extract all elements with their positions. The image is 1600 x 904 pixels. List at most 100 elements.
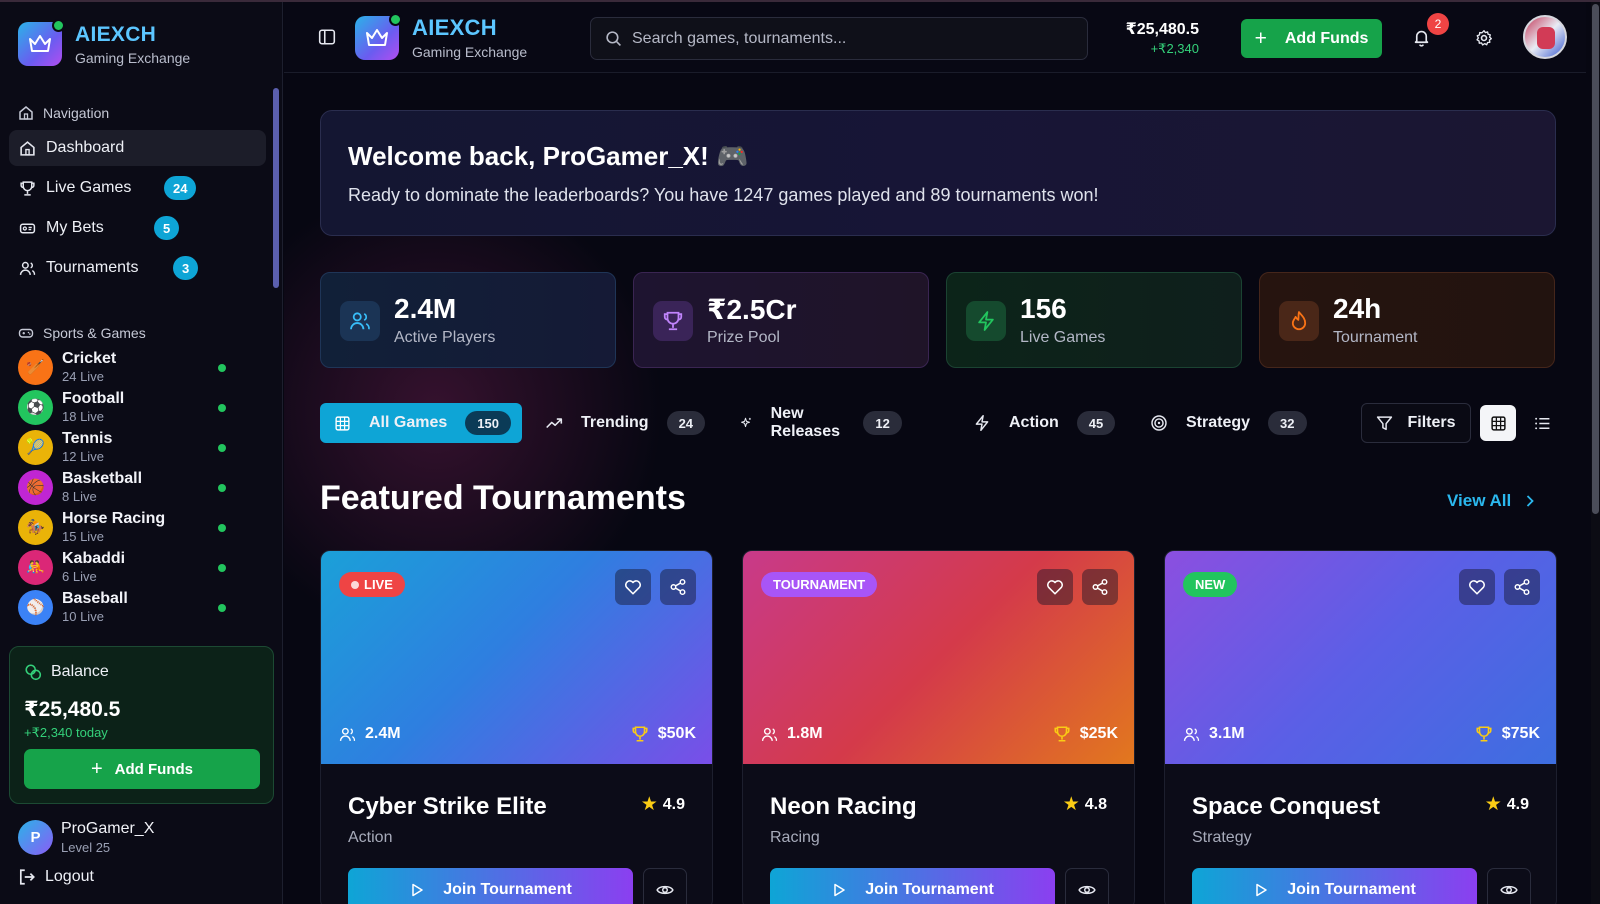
preview-button[interactable] [1487, 868, 1531, 904]
join-tournament-button[interactable]: Join Tournament [1192, 868, 1477, 904]
coins-icon [25, 664, 42, 681]
sport-icon: ⚾ [18, 589, 53, 625]
logout-button[interactable]: Logout [18, 868, 94, 886]
filter-label: New Releases [770, 405, 840, 440]
sport-item-tennis[interactable]: 🎾 Tennis 12 Live [18, 428, 238, 466]
heart-icon [625, 580, 641, 595]
trophy-icon [1054, 726, 1070, 742]
sidebar-scrollbar[interactable] [273, 88, 279, 288]
sidebar-item-live-games[interactable]: Live Games 24 [9, 170, 266, 206]
user-avatar-button[interactable] [1523, 15, 1567, 59]
page-scrollbar-thumb[interactable] [1592, 4, 1599, 514]
share-button[interactable] [660, 569, 696, 605]
user-profile[interactable]: P ProGamer_X Level 25 [18, 820, 154, 855]
preview-button[interactable] [643, 868, 687, 904]
tournament-prize: $50K [631, 725, 696, 743]
settings-button[interactable] [1475, 29, 1493, 52]
join-label: Join Tournament [443, 881, 572, 898]
tournament-card[interactable]: TOURNAMENT 1.8M $25K Neon Racing Racing ★ 4.8 J… [742, 550, 1135, 904]
search-icon [606, 31, 621, 46]
play-icon [834, 883, 845, 897]
sport-live-count: 6 Live [62, 569, 97, 584]
sport-icon: 🏀 [18, 469, 53, 505]
sport-live-count: 15 Live [62, 529, 104, 544]
sidebar-item-label: Tournaments [46, 259, 139, 276]
filter-all-games[interactable]: All Games 150 [320, 403, 522, 443]
filter-trending[interactable]: Trending 24 [545, 403, 706, 443]
share-button[interactable] [1082, 569, 1118, 605]
favorite-button[interactable] [1037, 569, 1073, 605]
header-add-funds-button[interactable]: + Add Funds [1241, 19, 1382, 58]
filters-label: Filters [1407, 414, 1456, 431]
tournament-card[interactable]: LIVE 2.4M $50K Cyber Strike Elite Action ★ 4.9… [320, 550, 713, 904]
tournament-cover-image: NEW 3.1M $75K [1165, 551, 1556, 764]
sidebar-item-tournaments[interactable]: Tournaments 3 [9, 250, 266, 286]
sport-item-baseball[interactable]: ⚾ Baseball 10 Live [18, 588, 238, 626]
view-all-link[interactable]: View All [1447, 491, 1535, 511]
sports-label: Sports & Games [43, 325, 146, 341]
sport-live-count: 24 Live [62, 369, 104, 384]
favorite-button[interactable] [615, 569, 651, 605]
balance-today-change: +₹2,340 today [24, 725, 108, 740]
preview-button[interactable] [1065, 868, 1109, 904]
join-tournament-button[interactable]: Join Tournament [770, 868, 1055, 904]
welcome-message: Ready to dominate the leaderboards? You … [348, 185, 1099, 205]
sidebar-brand[interactable]: AIEXCH Gaming Exchange [18, 19, 191, 66]
search-input[interactable] [632, 29, 1072, 48]
logout-icon [19, 869, 35, 885]
users-icon [1183, 727, 1200, 741]
filter-strategy[interactable]: Strategy 32 [1150, 403, 1307, 443]
sport-item-kabaddi[interactable]: 🤼 Kabaddi 6 Live [18, 548, 238, 586]
my-bets-count-badge: 5 [154, 216, 180, 240]
sport-item-football[interactable]: ⚽ Football 18 Live [18, 388, 238, 426]
sidebar-item-dashboard[interactable]: Dashboard [9, 130, 266, 166]
users-icon [340, 301, 380, 341]
tournament-title: Cyber Strike Elite [348, 793, 547, 820]
stat-card-live-games: 156 Live Games [946, 272, 1242, 368]
header-brand[interactable]: AIEXCH Gaming Exchange [355, 12, 528, 60]
tournament-genre: Racing [770, 829, 820, 846]
filter-action[interactable]: Action 45 [973, 403, 1116, 443]
sport-item-basketball[interactable]: 🏀 Basketball 8 Live [18, 468, 238, 506]
sidebar-item-my-bets[interactable]: My Bets 5 [9, 210, 266, 246]
gear-icon [1476, 30, 1492, 46]
tournament-card[interactable]: NEW 3.1M $75K Space Conquest Strategy ★ 4.9 Joi… [1164, 550, 1557, 904]
sport-item-horse-racing[interactable]: 🏇 Horse Racing 15 Live [18, 508, 238, 546]
filter-new-releases[interactable]: New Releases 12 [740, 403, 902, 443]
join-tournament-button[interactable]: Join Tournament [348, 868, 633, 904]
grid-view-button[interactable] [1480, 405, 1516, 441]
search-bar[interactable] [590, 17, 1088, 60]
target-icon [1151, 415, 1167, 431]
prize-amount: $75K [1501, 725, 1540, 742]
stat-label: Tournament [1333, 329, 1418, 346]
sidebar-toggle-button[interactable] [318, 28, 336, 51]
notifications-button[interactable] [1412, 28, 1431, 52]
share-button[interactable] [1504, 569, 1540, 605]
trophy-icon [20, 180, 35, 196]
brand-subtitle: Gaming Exchange [75, 49, 191, 66]
brand-subtitle: Gaming Exchange [412, 44, 528, 60]
sidebar-item-label: Live Games [46, 179, 132, 196]
filters-button[interactable]: Filters [1361, 403, 1471, 443]
sport-live-count: 10 Live [62, 609, 104, 624]
players-count: 1.8M [787, 725, 823, 742]
favorite-button[interactable] [1459, 569, 1495, 605]
zap-icon [966, 301, 1006, 341]
plus-icon: + [90, 757, 103, 780]
tournament-status-badge: TOURNAMENT [761, 572, 878, 597]
featured-tournaments-title: Featured Tournaments [320, 479, 686, 517]
prize-amount: $25K [1079, 725, 1118, 742]
list-icon [1534, 417, 1549, 429]
tournament-cover-image: LIVE 2.4M $50K [321, 551, 712, 764]
list-view-button[interactable] [1524, 405, 1560, 441]
sport-name: Football [62, 390, 125, 407]
stat-card-active-players: 2.4M Active Players [320, 272, 616, 368]
badge-label: NEW [1195, 577, 1226, 592]
sidebar-add-funds-button[interactable]: + Add Funds [24, 749, 260, 789]
sport-icon: 🤼 [18, 549, 53, 585]
sport-item-cricket[interactable]: 🏏 Cricket 24 Live [18, 348, 238, 386]
heart-icon [1469, 580, 1485, 595]
header-balance-change: +₹2,340 [1150, 41, 1199, 56]
live-dot-icon [218, 524, 226, 532]
navigation-label: Navigation [43, 105, 110, 121]
